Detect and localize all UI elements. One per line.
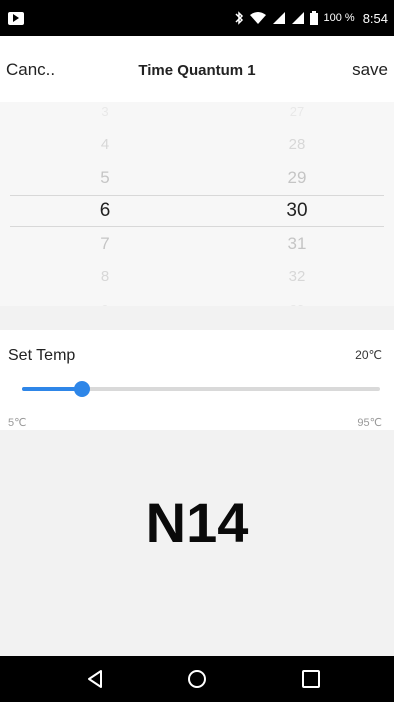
status-time: 8:54 bbox=[362, 10, 388, 26]
picker-item[interactable]: 5 bbox=[60, 163, 150, 193]
picker-column-left[interactable]: 3 45678 9 bbox=[60, 102, 150, 306]
temp-slider[interactable] bbox=[22, 381, 380, 397]
temp-max-label: 95℃ bbox=[357, 417, 382, 429]
temp-slider-thumb[interactable] bbox=[73, 381, 90, 397]
picker-item[interactable]: 7 bbox=[60, 229, 150, 259]
recents-icon[interactable] bbox=[298, 666, 324, 692]
status-bar: 100 % 8:54 bbox=[0, 0, 394, 36]
picker-item[interactable]: 29 bbox=[252, 163, 342, 193]
temp-slider-fill bbox=[22, 387, 82, 391]
top-nav: Canc.. Time Quantum 1 save bbox=[0, 36, 394, 104]
battery-percent: 100 % bbox=[323, 12, 355, 24]
picker-item-selected[interactable]: 6 bbox=[60, 196, 150, 226]
youtube-icon bbox=[8, 11, 24, 25]
picker-item[interactable]: 8 bbox=[60, 262, 150, 292]
temp-min-label: 5℃ bbox=[8, 417, 27, 429]
picker-item[interactable]: 9 bbox=[60, 295, 150, 306]
back-icon[interactable] bbox=[82, 666, 108, 692]
section-gap bbox=[0, 306, 394, 330]
battery-icon bbox=[310, 11, 319, 25]
status-icons: 100 % 8:54 bbox=[234, 11, 388, 26]
picker-item-selected[interactable]: 30 bbox=[252, 196, 342, 226]
page-title: Time Quantum 1 bbox=[138, 61, 256, 79]
picker-item[interactable]: 27 bbox=[252, 102, 342, 127]
set-temp-label: Set Temp bbox=[8, 347, 76, 364]
signal-icon-2 bbox=[292, 12, 305, 24]
set-temp-value: 20℃ bbox=[355, 348, 382, 362]
picker-item[interactable]: 3 bbox=[60, 102, 150, 127]
bluetooth-icon bbox=[235, 11, 244, 25]
picker-item[interactable]: 31 bbox=[252, 229, 342, 259]
code-panel: N14 bbox=[0, 430, 394, 656]
save-button[interactable]: save bbox=[352, 60, 388, 80]
picker-column-right[interactable]: 27 2829303132 33 bbox=[252, 102, 342, 306]
wifi-icon bbox=[250, 12, 267, 24]
set-temp-section: Set Temp 20℃ 5℃ 95℃ bbox=[0, 330, 394, 430]
home-icon[interactable] bbox=[184, 666, 210, 692]
signal-icon bbox=[273, 12, 286, 24]
picker-item[interactable]: 32 bbox=[252, 262, 342, 292]
picker-item[interactable]: 33 bbox=[252, 295, 342, 306]
picker-item[interactable]: 28 bbox=[252, 130, 342, 160]
time-picker: 3 45678 9 27 2829303132 33 bbox=[0, 102, 394, 306]
system-nav-bar bbox=[0, 656, 394, 702]
cancel-button[interactable]: Canc.. bbox=[6, 60, 55, 80]
picker-item[interactable]: 4 bbox=[60, 130, 150, 160]
code-text: N14 bbox=[145, 491, 249, 554]
